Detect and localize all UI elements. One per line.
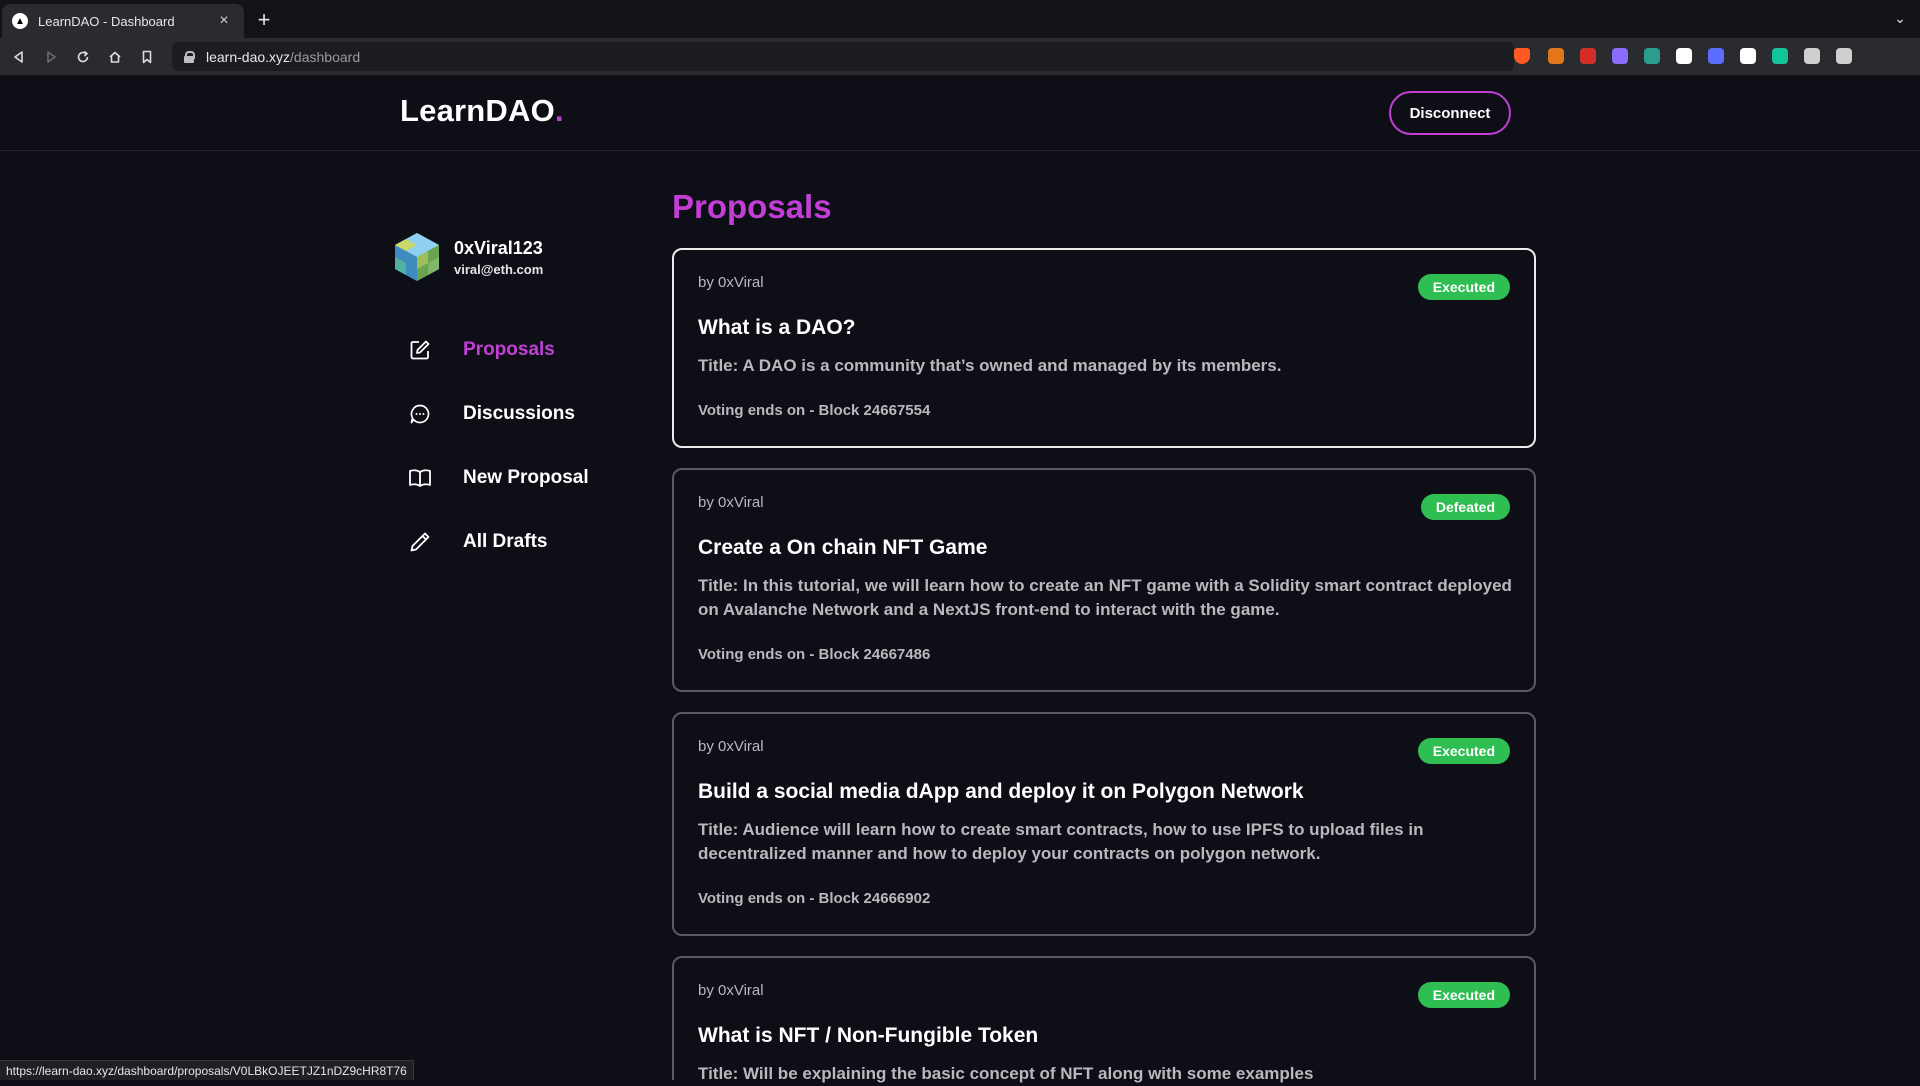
sidebar-nav: Proposals Discussions New Proposal All D… xyxy=(400,318,589,574)
tab-list-chevron-icon[interactable]: ⌄ xyxy=(1894,10,1906,27)
status-badge: Executed xyxy=(1417,982,1510,1008)
logo-text: LearnDAO xyxy=(400,93,555,128)
proposal-title: Build a social media dApp and deploy it … xyxy=(698,780,1304,803)
sidebar-item-label: Proposals xyxy=(463,339,555,360)
extension-gear-icon[interactable] xyxy=(1708,48,1724,64)
proposal-description: Title: A DAO is a community that’s owned… xyxy=(698,356,1282,375)
new-tab-icon[interactable]: + xyxy=(254,9,274,31)
proposal-voting: Voting ends on - Block 24667486 xyxy=(698,646,931,663)
browser-toolbar: learn-dao.xyz /dashboard xyxy=(0,38,1920,75)
sidebar-item-all-drafts[interactable]: All Drafts xyxy=(400,510,589,574)
tab-favicon-icon: ▲ xyxy=(12,13,28,29)
chat-icon xyxy=(404,398,436,430)
extension-icons xyxy=(1514,44,1852,68)
pencil-icon xyxy=(404,526,436,558)
tab-title: LearnDAO - Dashboard xyxy=(38,13,175,29)
disconnect-button[interactable]: Disconnect xyxy=(1389,91,1511,135)
proposal-author: by 0xViral xyxy=(698,738,764,755)
home-icon[interactable] xyxy=(102,44,128,70)
profile-email: viral@eth.com xyxy=(454,261,544,277)
browser-tabstrip: ▲ LearnDAO - Dashboard × + ⌄ xyxy=(0,0,1920,38)
sidebar-item-proposals[interactable]: Proposals xyxy=(400,318,589,382)
status-badge: Executed xyxy=(1417,274,1510,300)
tab-close-icon[interactable]: × xyxy=(214,12,234,30)
app-header: LearnDAO. Disconnect xyxy=(0,75,1920,151)
proposal-author: by 0xViral xyxy=(698,494,764,511)
logo-dot: . xyxy=(554,93,564,128)
proposal-card[interactable]: by 0xViral Defeated Create a On chain NF… xyxy=(672,468,1536,692)
sidebar-item-new-proposal[interactable]: New Proposal xyxy=(400,446,589,510)
sidebar-item-label: All Drafts xyxy=(463,531,548,552)
profile-name: 0xViral123 xyxy=(454,237,543,258)
book-icon xyxy=(404,462,436,494)
proposal-voting: Voting ends on - Block 24667554 xyxy=(698,402,931,419)
proposal-description: Title: Audience will learn how to create… xyxy=(698,820,1424,863)
wallet-icon[interactable] xyxy=(1836,48,1852,64)
proposal-card[interactable]: by 0xViral Executed What is a DAO? Title… xyxy=(672,248,1536,448)
proposal-description: Title: Will be explaining the basic conc… xyxy=(698,1064,1314,1083)
url-host: learn-dao.xyz xyxy=(206,48,291,65)
proposal-author: by 0xViral xyxy=(698,982,764,999)
back-icon[interactable] xyxy=(6,44,32,70)
proposal-description: Title: In this tutorial, we will learn h… xyxy=(698,576,1512,619)
extension-n-icon[interactable] xyxy=(1644,48,1660,64)
profile: 0xViral123 viral@eth.com xyxy=(391,231,543,283)
sidebar-item-label: Discussions xyxy=(463,403,575,424)
proposal-voting: Voting ends on - Block 24666902 xyxy=(698,890,931,907)
extension-b-icon[interactable] xyxy=(1676,48,1692,64)
avatar xyxy=(395,233,439,281)
link-status-bar: https://learn-dao.xyz/dashboard/proposal… xyxy=(0,1060,414,1080)
lastpass-icon[interactable] xyxy=(1580,48,1596,64)
proposal-title: Create a On chain NFT Game xyxy=(698,536,988,559)
notion-icon[interactable] xyxy=(1740,48,1756,64)
forward-icon[interactable] xyxy=(38,44,64,70)
logo[interactable]: LearnDAO. xyxy=(400,93,564,129)
proposal-card[interactable]: by 0xViral Executed Build a social media… xyxy=(672,712,1536,936)
status-badge: Defeated xyxy=(1420,494,1510,520)
browser-tab[interactable]: ▲ LearnDAO - Dashboard × xyxy=(2,4,244,38)
url-path: /dashboard xyxy=(290,48,361,65)
lock-icon xyxy=(184,50,195,63)
address-bar[interactable]: learn-dao.xyz /dashboard xyxy=(172,42,1514,71)
sidebar-item-label: New Proposal xyxy=(463,467,589,488)
brave-shield-icon[interactable] xyxy=(1514,48,1530,64)
reload-icon[interactable] xyxy=(70,44,96,70)
proposal-author: by 0xViral xyxy=(698,274,764,291)
status-badge: Executed xyxy=(1417,738,1510,764)
edit-icon xyxy=(404,334,436,366)
proposal-title: What is a DAO? xyxy=(698,316,856,339)
proposal-title: What is NFT / Non-Fungible Token xyxy=(698,1024,1039,1047)
puzzle-icon[interactable] xyxy=(1804,48,1820,64)
grammarly-icon[interactable] xyxy=(1772,48,1788,64)
sidebar-item-discussions[interactable]: Discussions xyxy=(400,382,589,446)
extension-purple-icon[interactable] xyxy=(1612,48,1628,64)
page-title: Proposals xyxy=(672,188,832,225)
bookmark-icon[interactable] xyxy=(134,44,160,70)
proposal-card[interactable]: by 0xViral Executed What is NFT / Non-Fu… xyxy=(672,956,1536,1083)
metamask-icon[interactable] xyxy=(1548,48,1564,64)
